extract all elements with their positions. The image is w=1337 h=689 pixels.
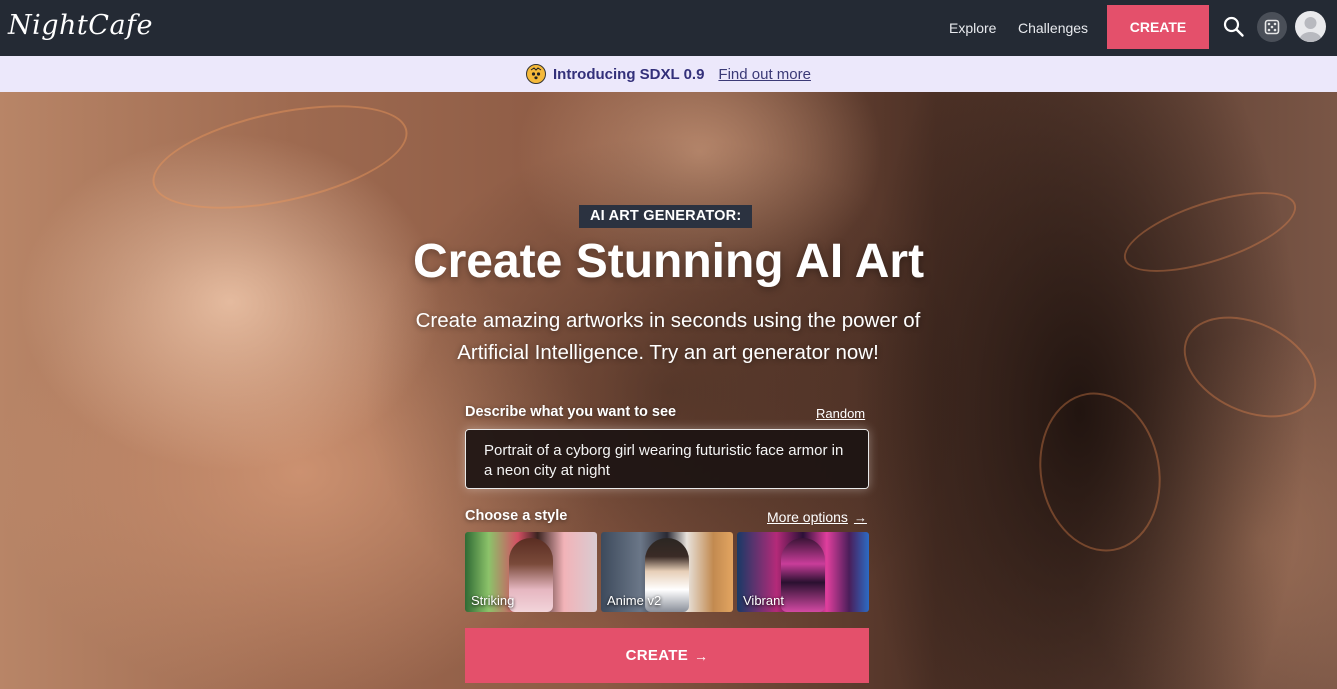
create-button-label: CREATE	[625, 647, 689, 664]
style-label: Choose a style	[465, 508, 568, 524]
style-card-vibrant[interactable]: Vibrant	[737, 532, 869, 612]
arrow-right-icon: →	[853, 509, 867, 525]
more-options-label: More options	[767, 509, 848, 525]
top-navbar: NightCafe Explore Challenges CREATE	[0, 0, 1337, 56]
prompt-input[interactable]: Portrait of a cyborg girl wearing futuri…	[465, 429, 869, 489]
hero-title: Create Stunning AI Art	[412, 235, 925, 288]
mind-blown-emoji-icon	[526, 64, 547, 84]
prompt-label: Describe what you want to see	[465, 404, 677, 420]
announcement-bar: Introducing SDXL 0.9 Find out more	[0, 56, 1337, 92]
search-icon[interactable]	[1221, 14, 1247, 40]
style-card-anime-v2[interactable]: Anime v2	[601, 532, 733, 612]
announcement-text: Introducing SDXL 0.9	[553, 65, 705, 83]
style-card-label: Vibrant	[743, 593, 784, 608]
style-thumbnail-image	[509, 538, 553, 612]
style-thumbnail-image	[781, 538, 825, 612]
avatar-icon[interactable]	[1295, 11, 1326, 42]
style-card-label: Striking	[471, 593, 515, 608]
nav-challenges-link[interactable]: Challenges	[1018, 0, 1088, 56]
arrow-right-icon: →	[694, 647, 709, 664]
nav-explore-link[interactable]: Explore	[949, 0, 996, 56]
ai-art-generator-tag: AI ART GENERATOR:	[579, 205, 753, 228]
create-button[interactable]: CREATE →	[465, 628, 869, 683]
nightcafe-logo[interactable]: NightCafe	[8, 10, 153, 41]
random-prompt-link[interactable]: Random	[816, 406, 865, 421]
dice-icon[interactable]	[1257, 12, 1287, 42]
hero-subtitle: Create amazing artworks in seconds using…	[415, 309, 921, 364]
nav-create-button[interactable]: CREATE	[1107, 5, 1209, 49]
style-card-striking[interactable]: Striking	[465, 532, 597, 612]
more-options-link[interactable]: More options →	[767, 509, 867, 525]
find-out-more-link[interactable]: Find out more	[718, 66, 811, 83]
hero-section: AI ART GENERATOR: Create Stunning AI Art…	[0, 92, 1337, 689]
style-card-label: Anime v2	[607, 593, 662, 608]
